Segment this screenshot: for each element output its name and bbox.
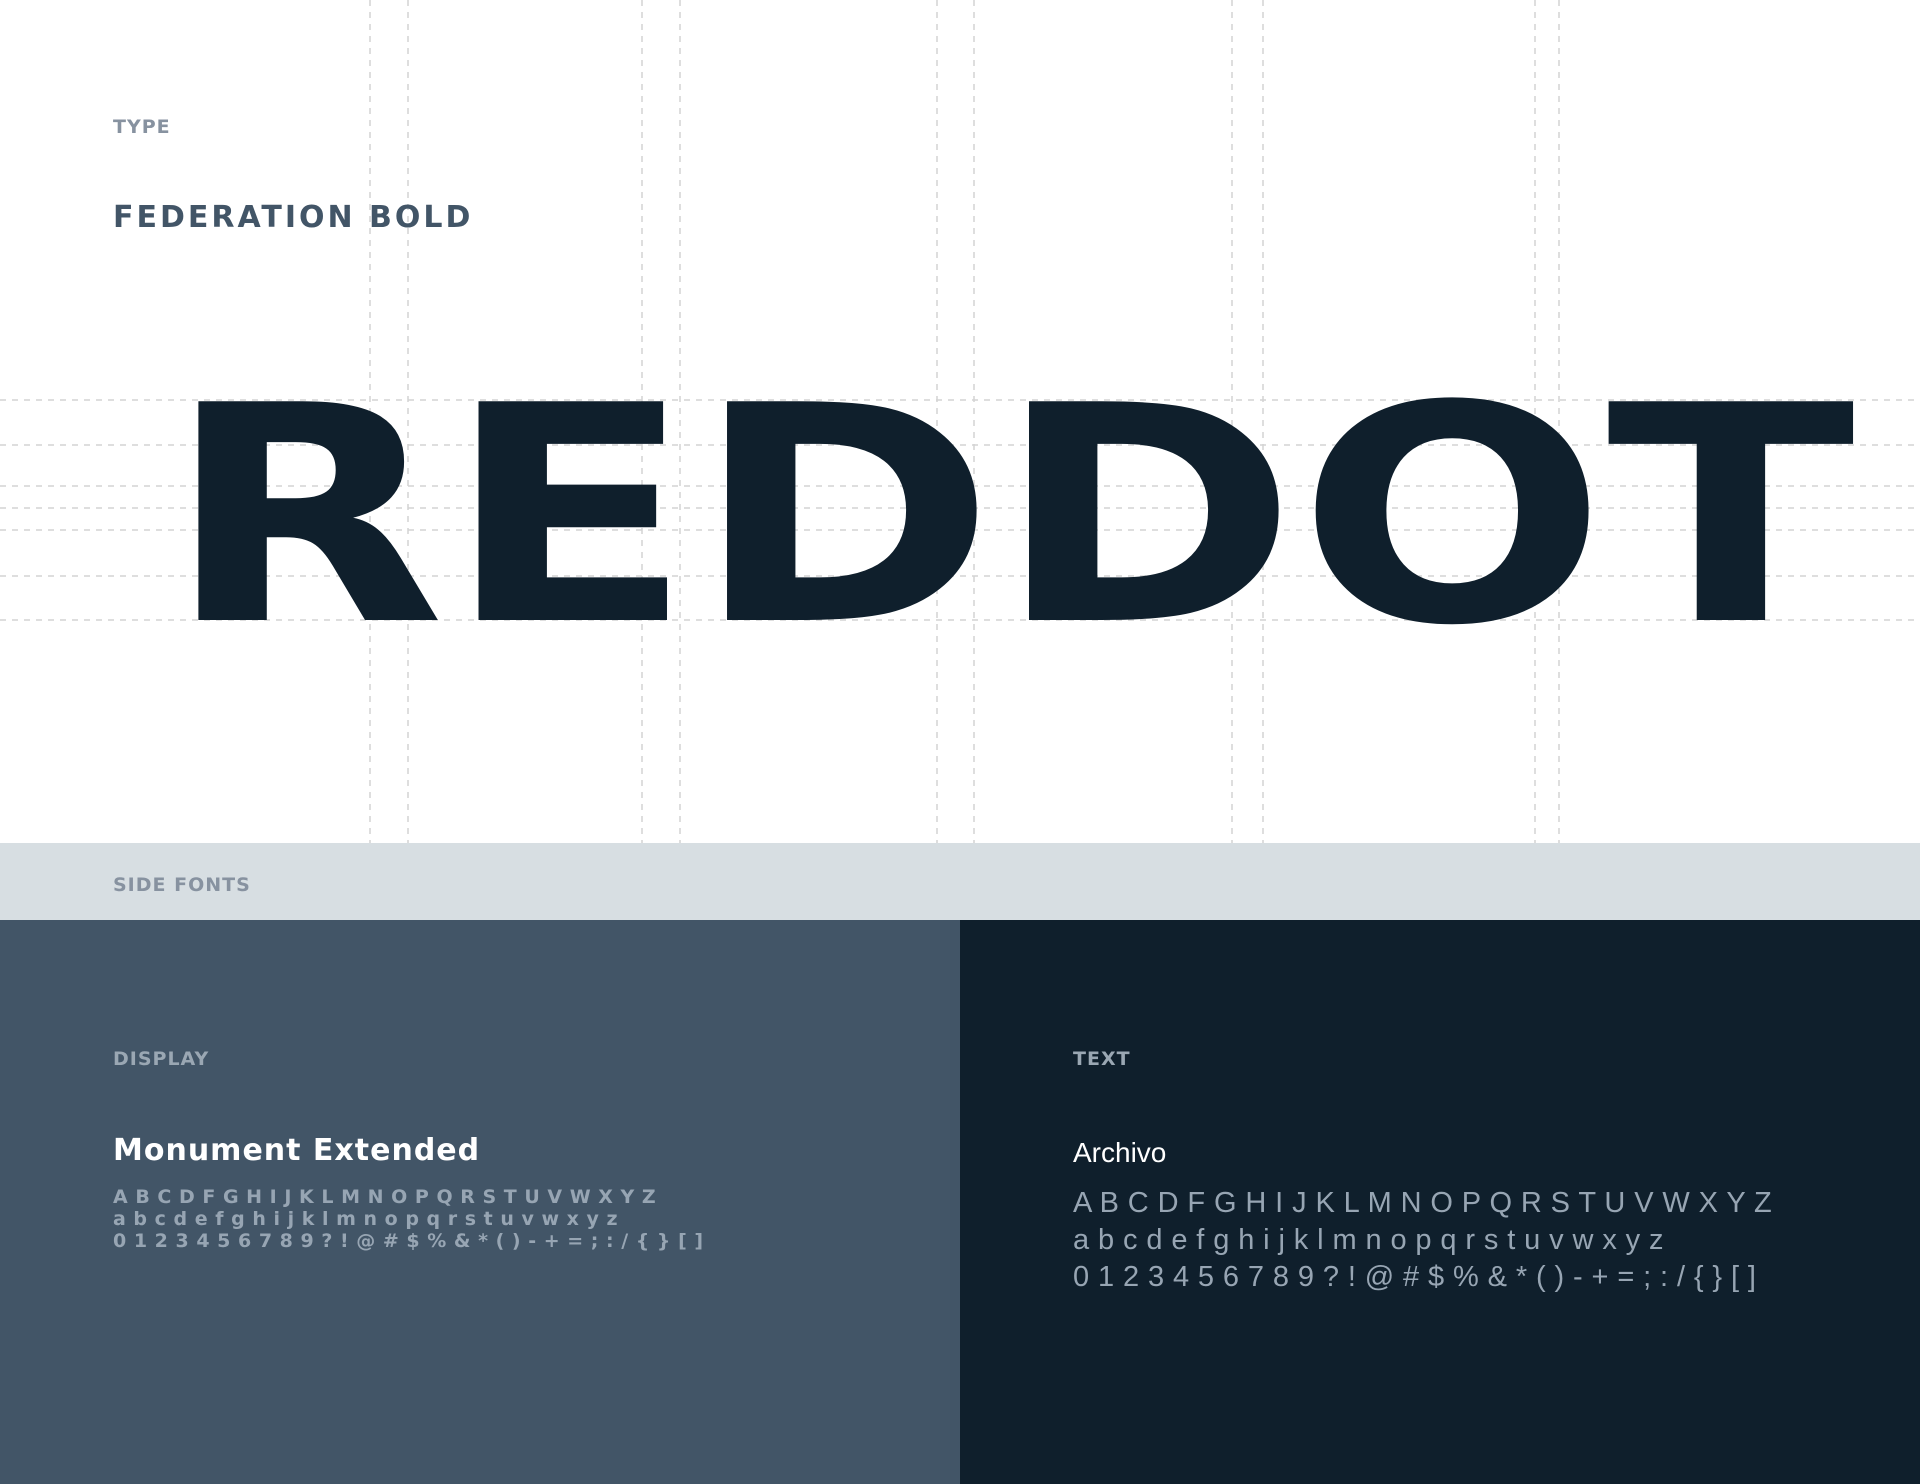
- display-font-name: Monument Extended: [113, 1133, 481, 1168]
- text-label: TEXT: [1073, 1048, 1131, 1070]
- side-fonts-label: SIDE FONTS: [113, 874, 251, 896]
- primary-font-name: FEDERATION BOLD: [113, 200, 474, 235]
- text-glyph-set: A B C D F G H I J K L M N O P Q R S T U …: [1073, 1185, 1772, 1296]
- text-glyphs-uppercase: A B C D F G H I J K L M N O P Q R S T U …: [1073, 1187, 1773, 1219]
- text-font-name: Archivo: [1073, 1137, 1167, 1168]
- display-label: DISPLAY: [113, 1048, 210, 1070]
- text-glyphs-lowercase: a b c d e f g h i j k l m n o p q r s t …: [1073, 1224, 1664, 1256]
- type-label: TYPE: [113, 116, 171, 138]
- display-glyphs-lowercase: a b c d e f g h i j k l m n o p q r s t …: [113, 1208, 619, 1230]
- display-glyph-set: A B C D F G H I J K L M N O P Q R S T U …: [113, 1186, 704, 1252]
- display-glyphs-uppercase: A B C D F G H I J K L M N O P Q R S T U …: [113, 1186, 657, 1208]
- type-specimen-section: TYPE FEDERATION BOLD REDDOT: [0, 0, 1920, 843]
- wordmark-text: REDDOT: [165, 380, 1857, 640]
- wordmark: REDDOT: [165, 380, 1857, 640]
- display-glyphs-numerals-symbols: 0 1 2 3 4 5 6 7 8 9 ? ! @ # $ % & * ( ) …: [113, 1230, 704, 1252]
- side-fonts-band: [0, 843, 1920, 920]
- text-glyphs-numerals-symbols: 0 1 2 3 4 5 6 7 8 9 ? ! @ # $ % & * ( ) …: [1073, 1261, 1757, 1293]
